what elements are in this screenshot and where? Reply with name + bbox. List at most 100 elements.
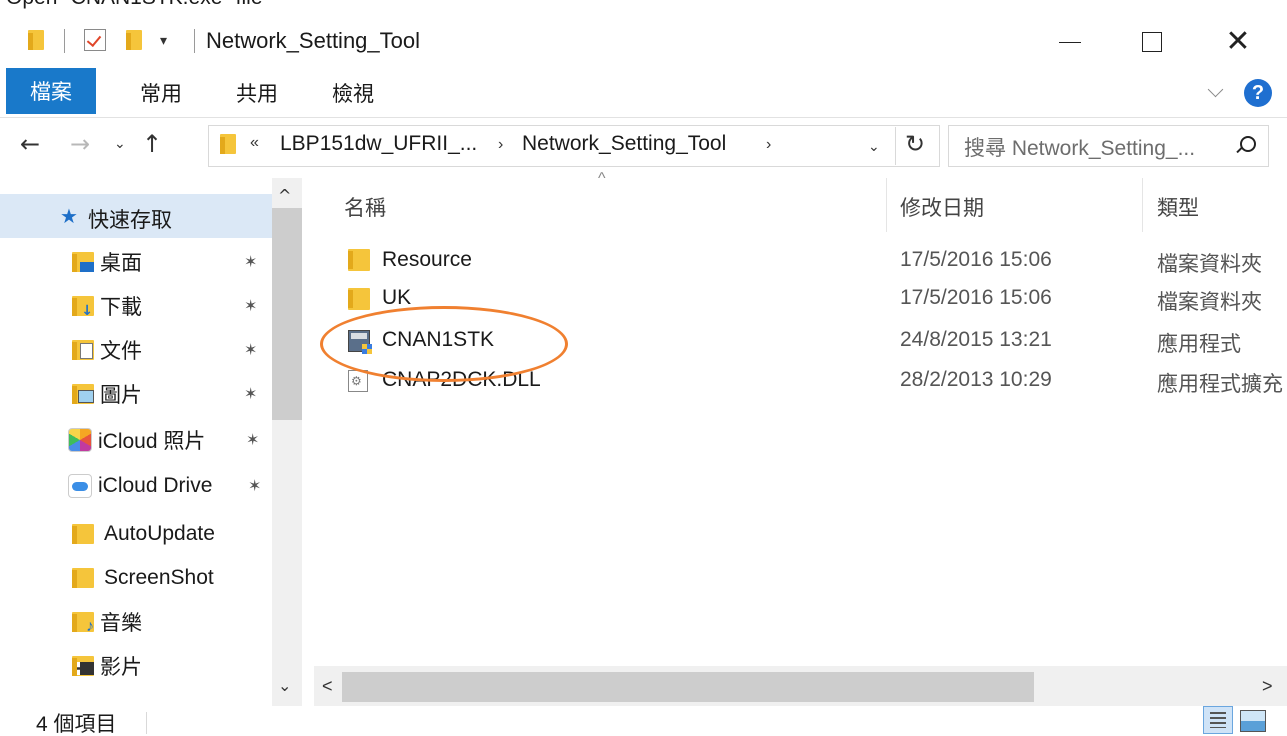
file-date: 17/5/2016 15:06 <box>900 248 1052 271</box>
address-history-dropdown[interactable]: ⌄ <box>868 138 880 155</box>
maximize-button[interactable] <box>1122 14 1182 70</box>
status-bar <box>0 706 1287 736</box>
file-type: 應用程式擴充 <box>1157 373 1283 396</box>
sidebar-item-label: AutoUpdate <box>104 522 215 545</box>
sort-ascending-icon: ^ <box>598 170 606 187</box>
folder-icon <box>220 134 236 154</box>
folder-icon <box>348 288 370 310</box>
file-date: 17/5/2016 15:06 <box>900 286 1052 309</box>
highlight-ellipse <box>320 306 568 382</box>
sidebar-item-label: 音樂 <box>100 612 142 635</box>
new-folder-icon[interactable] <box>126 30 142 50</box>
recent-locations-button[interactable]: ⌄ <box>114 136 126 152</box>
sidebar-item-label: 桌面 <box>100 252 142 275</box>
close-icon: ✕ <box>1225 24 1251 59</box>
sidebar-item-music[interactable]: 音樂 <box>72 600 142 644</box>
tab-view[interactable]: 檢視 <box>332 78 374 108</box>
status-divider <box>146 712 147 734</box>
ribbon <box>0 68 1287 118</box>
quick-access-toolbar-dropdown[interactable]: ▾ <box>160 32 167 49</box>
sidebar-item-pictures[interactable]: 圖片 <box>72 372 142 416</box>
folder-icon <box>28 30 44 50</box>
sidebar-item-icloud-drive[interactable]: iCloud Drive <box>68 464 212 508</box>
properties-check-icon[interactable] <box>84 29 106 51</box>
pin-icon[interactable]: ✶ <box>244 296 257 315</box>
file-name[interactable]: Resource <box>382 248 472 272</box>
breadcrumb-separator[interactable]: › <box>766 136 771 154</box>
sidebar-item-desktop[interactable]: 桌面 <box>72 240 142 284</box>
sidebar-item-icloud-photos[interactable]: iCloud 照片 <box>68 418 205 462</box>
tab-home[interactable]: 常用 <box>140 78 182 108</box>
pin-icon[interactable]: ✶ <box>246 430 259 449</box>
sidebar-item-documents[interactable]: 文件 <box>72 328 142 372</box>
window-title: Network_Setting_Tool <box>206 28 421 53</box>
tutorial-caption: Open "CNAN1STK.exe" file <box>6 0 263 10</box>
tab-share[interactable]: 共用 <box>236 78 278 108</box>
file-type: 檔案資料夾 <box>1157 253 1262 276</box>
folder-icon <box>72 568 94 588</box>
minimize-icon <box>1059 41 1081 43</box>
breadcrumb-item[interactable]: LBP151dw_UFRII_... <box>280 132 477 156</box>
sidebar-item-label: 文件 <box>100 340 142 363</box>
breadcrumb-item[interactable]: Network_Setting_Tool <box>522 132 726 156</box>
icloud-drive-icon <box>68 474 92 498</box>
pin-icon[interactable]: ✶ <box>244 340 257 359</box>
maximize-icon <box>1142 32 1162 52</box>
help-icon[interactable]: ? <box>1244 79 1272 107</box>
file-type: 檔案資料夾 <box>1157 291 1262 314</box>
item-count: 4 個項目 <box>36 713 117 736</box>
nav-pane-scroll-thumb[interactable] <box>272 208 302 420</box>
search-placeholder: 搜尋 Network_Setting_... <box>964 137 1196 160</box>
scroll-right-arrow[interactable]: > <box>1262 676 1273 697</box>
forward-button[interactable]: → <box>70 130 90 158</box>
refresh-icon[interactable]: ↻ <box>905 130 925 158</box>
large-icons-view-icon[interactable] <box>1240 710 1266 732</box>
sidebar-item-label: iCloud 照片 <box>98 430 206 453</box>
search-icon[interactable] <box>1236 136 1256 154</box>
column-header-type[interactable]: 類型 <box>1157 192 1199 222</box>
sidebar-item-downloads[interactable]: 下載 <box>72 284 142 328</box>
column-divider[interactable] <box>1142 178 1143 232</box>
sidebar-item-label: ScreenShot <box>104 566 214 589</box>
sidebar-item-label: 影片 <box>100 656 142 679</box>
column-header-date-modified[interactable]: 修改日期 <box>900 192 984 222</box>
folder-icon <box>72 524 94 544</box>
column-divider[interactable] <box>886 178 887 232</box>
close-button[interactable]: ✕ <box>1208 14 1268 70</box>
downloads-folder-icon <box>72 296 94 319</box>
sidebar-item-screenshot[interactable]: ScreenShot <box>72 556 214 600</box>
back-button[interactable]: ← <box>20 130 40 158</box>
sidebar-item-label: 圖片 <box>100 384 142 407</box>
pin-icon[interactable]: ✶ <box>244 252 257 271</box>
toolbar-separator <box>194 29 195 53</box>
sidebar-item-autoupdate[interactable]: AutoUpdate <box>72 512 215 556</box>
sidebar-item-videos[interactable]: 影片 <box>72 644 142 688</box>
file-date: 24/8/2015 13:21 <box>900 328 1052 351</box>
tab-file[interactable]: 檔案 <box>6 68 96 114</box>
folder-icon <box>348 249 370 271</box>
column-header-name[interactable]: 名稱 <box>344 192 386 222</box>
details-view-icon[interactable] <box>1203 706 1233 734</box>
sidebar-item-label: 快速存取 <box>88 209 172 232</box>
icloud-photos-icon <box>68 428 92 452</box>
file-name[interactable]: UK <box>382 286 411 310</box>
expand-ribbon-icon[interactable] <box>1208 84 1224 100</box>
horizontal-scroll-thumb[interactable] <box>342 672 1034 702</box>
scroll-down-arrow[interactable]: ⌄ <box>278 676 291 695</box>
scroll-left-arrow[interactable]: < <box>322 676 333 697</box>
sidebar-item-label: iCloud Drive <box>98 474 213 497</box>
file-date: 28/2/2013 10:29 <box>900 368 1052 391</box>
minimize-button[interactable] <box>1040 14 1100 70</box>
videos-folder-icon <box>72 656 94 676</box>
pictures-folder-icon <box>72 384 94 404</box>
scroll-up-arrow[interactable]: ^ <box>278 186 291 205</box>
pin-icon[interactable]: ✶ <box>244 384 257 403</box>
up-button[interactable]: ↑ <box>142 130 162 158</box>
toolbar-separator <box>64 29 65 53</box>
address-divider <box>895 127 896 165</box>
music-folder-icon <box>72 612 94 636</box>
breadcrumb-overflow[interactable]: « <box>250 134 259 152</box>
desktop-folder-icon <box>72 252 94 272</box>
breadcrumb-separator[interactable]: › <box>498 136 503 154</box>
pin-icon[interactable]: ✶ <box>248 476 261 495</box>
